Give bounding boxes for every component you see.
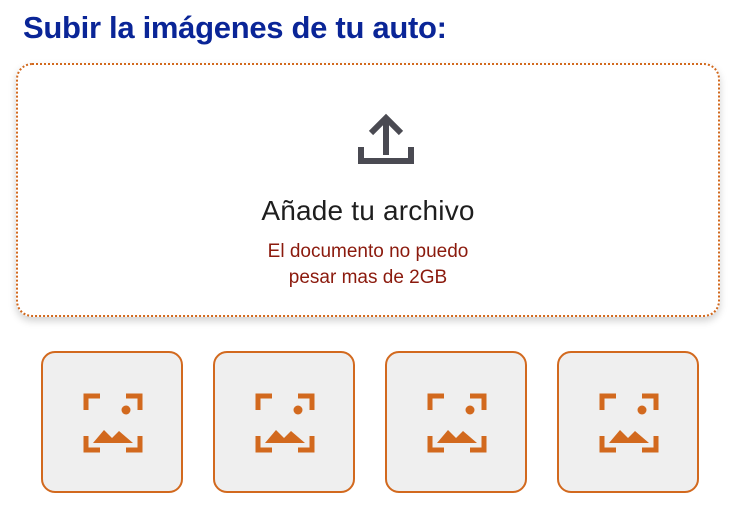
dropzone-size-note: El documento no puedo pesar mas de 2GB — [18, 239, 718, 291]
image-slot-2[interactable] — [213, 351, 355, 493]
image-placeholder-icon — [255, 393, 315, 453]
dropzone-note-line1: El documento no puedo — [267, 241, 469, 262]
image-placeholder-icon — [599, 393, 659, 453]
upload-page: Subir la imágenes de tu auto: Añade tu a… — [0, 0, 746, 515]
file-dropzone[interactable]: Añade tu archivo El documento no puedo p… — [16, 63, 720, 317]
image-slot-4[interactable] — [557, 351, 699, 493]
image-slot-1[interactable] — [41, 351, 183, 493]
image-placeholder-icon — [83, 393, 143, 453]
image-placeholder-icon — [427, 393, 487, 453]
dropzone-note-line2: pesar mas de 2GB — [288, 267, 448, 288]
image-slots — [41, 351, 699, 493]
upload-icon — [358, 113, 414, 164]
image-slot-3[interactable] — [385, 351, 527, 493]
page-title: Subir la imágenes de tu auto: — [23, 10, 447, 45]
dropzone-label: Añade tu archivo — [261, 195, 475, 226]
